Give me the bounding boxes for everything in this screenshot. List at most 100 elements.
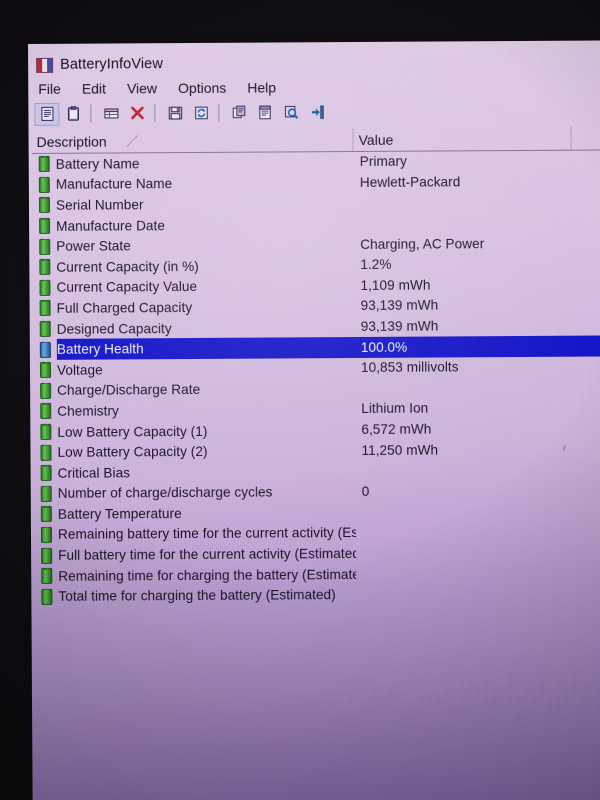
battery-icon [40,465,52,482]
column-header-description[interactable]: Description ╱ [31,128,354,153]
battery-icon [39,259,51,276]
row-value-label: 1,109 mWh [360,277,431,293]
row-value-label: 93,139 mWh [360,318,439,335]
cell-value: 100.0% [355,337,585,356]
battery-icon [39,362,52,379]
battery-icon [39,300,51,317]
row-description-label: Number of charge/discharge cycles [57,484,273,502]
row-description-label: Battery Name [55,156,140,172]
battery-icon [39,279,51,296]
row-description-label: Designed Capacity [56,320,172,337]
toolbar-separator [90,104,95,123]
cell-value: 93,139 mWh [355,317,585,336]
battery-icon [41,588,53,605]
battery-icon [40,485,52,502]
row-value-label: Charging, AC Power [360,235,485,252]
menu-bar: File Edit View Options Help [28,74,600,100]
battery-icon [40,444,52,461]
toolbar [31,97,600,127]
delete-icon[interactable] [124,102,149,125]
menu-options[interactable]: Options [178,79,237,97]
cell-description: Current Capacity Value [32,278,354,296]
find-icon[interactable] [278,101,303,124]
app-icon [36,57,54,73]
menu-file[interactable]: File [38,80,72,98]
cell-description: Power State [32,237,354,255]
menu-edit[interactable]: Edit [82,79,117,97]
battery-icon [39,320,51,337]
cell-value: 0 [356,481,586,500]
copy-icon[interactable] [226,101,251,124]
cell-description: Low Battery Capacity (1) [33,422,355,440]
cell-description: Current Capacity (in %) [32,257,354,276]
cell-value [356,511,586,512]
photo-of-screen: BatteryInfoView File Edit View Options H… [0,0,600,800]
battery-icon [41,547,53,564]
list-body: Battery Name Primary Manufacture Name Hewle… [32,150,600,607]
menu-view[interactable]: View [127,79,168,97]
screen-surface: BatteryInfoView File Edit View Options H… [28,40,600,800]
cell-description: Battery Health [33,340,355,358]
table-row[interactable]: Total time for charging the battery (Est… [34,583,600,607]
row-value-label: Hewlett-Packard [359,174,461,190]
column-header-value[interactable]: Value [353,126,572,152]
row-description-label: Charge/Discharge Rate [57,382,201,399]
refresh-icon[interactable] [188,101,213,124]
save-icon[interactable] [162,102,187,125]
clipboard-icon[interactable] [60,102,85,125]
row-value-label: 1.2% [360,257,392,273]
properties-icon[interactable] [34,102,60,126]
column-header-value-label: Value [358,131,394,148]
battery-icon [38,156,50,173]
cell-value: Lithium Ion [355,399,585,418]
row-description-label: Full battery time for the current activi… [58,546,357,563]
row-description-label: Current Capacity Value [56,279,198,296]
cell-value: 11,250 mWh [355,440,585,459]
battery-info-list[interactable]: Description ╱ Value Battery Name Primary M… [31,126,600,800]
row-value-label: 100.0% [360,339,408,355]
battery-icon [39,217,51,235]
row-value-label: 6,572 mWh [361,421,432,437]
battery-icon [38,197,51,214]
battery-icon [39,341,51,358]
row-value-label: 11,250 mWh [361,442,439,458]
row-value-label: 93,139 mWh [360,297,439,314]
battery-icon [41,568,53,585]
cell-value [356,552,586,553]
toolbar-separator-3 [218,103,223,122]
row-description-label: Low Battery Capacity (2) [57,444,208,460]
battery-icon [38,176,50,193]
cell-description: Critical Bias [34,463,356,482]
cell-description: Serial Number [32,195,354,214]
row-value-label: 10,853 millivolts [360,359,459,376]
row-value-label: Lithium Ion [361,400,429,417]
cell-value [354,202,584,203]
battery-icon [40,403,52,420]
cell-description: Voltage [33,360,355,379]
row-description-label: Low Battery Capacity (1) [57,423,208,440]
cell-value [355,387,585,388]
row-description-label: Manufacture Date [56,217,166,234]
html-report-icon[interactable] [252,101,277,124]
cell-description: Low Battery Capacity (2) [33,443,355,461]
cell-description: Full battery time for the current activi… [34,546,356,564]
exit-icon[interactable] [304,101,329,124]
cell-description: Number of charge/discharge cycles [34,484,356,502]
cell-description: Remaining time for charging the battery … [34,566,356,585]
title-bar: BatteryInfoView [28,48,600,78]
battery-icon [39,238,51,255]
cell-value [356,532,586,533]
cell-description: Manufacture Date [32,216,354,235]
cell-description: Designed Capacity [33,319,355,337]
menu-help[interactable]: Help [247,78,287,96]
list-header: Description ╱ Value [31,126,600,154]
cell-value [356,470,586,471]
row-description-label: Power State [56,238,131,255]
battery-icon [40,526,53,543]
row-description-label: Chemistry [57,403,119,419]
row-value-label: 0 [361,483,370,499]
cell-value: 1,109 mWh [354,275,584,294]
cell-description: Battery Name [32,154,354,173]
choose-columns-icon[interactable] [98,102,123,125]
row-description-label: Serial Number [55,197,144,213]
